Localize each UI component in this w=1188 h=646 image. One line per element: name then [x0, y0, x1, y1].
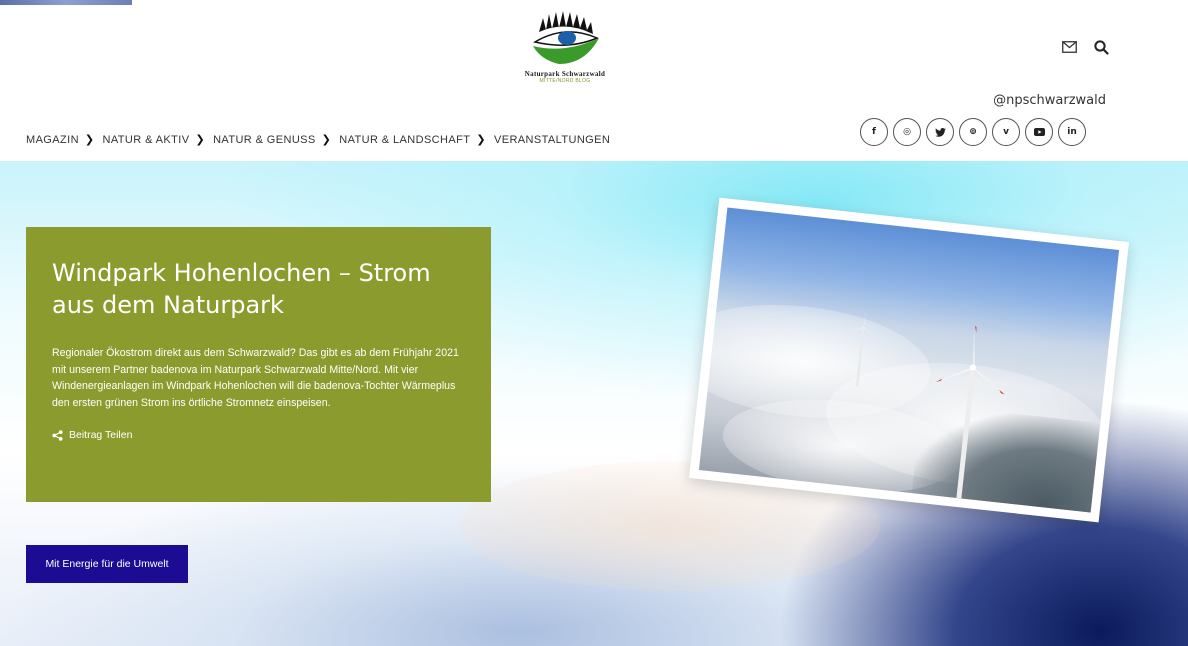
nav-item-natur-landschaft[interactable]: NATUR & LANDSCHAFT	[339, 134, 470, 146]
facebook-icon[interactable]: f	[860, 118, 888, 146]
article-title[interactable]: Windpark Hohenlochen – Strom aus dem Nat…	[52, 257, 452, 321]
nav-item-natur-aktiv[interactable]: NATUR & AKTIV	[103, 134, 190, 146]
main-nav: MAGAZIN ❯ NATUR & AKTIV ❯ NATUR & GENUSS…	[26, 133, 610, 147]
page: Naturpark Schwarzwald MITTE/NORD BLOG @n…	[0, 0, 1188, 646]
linkedin-icon[interactable]: in	[1058, 118, 1086, 146]
nav-item-magazin[interactable]: MAGAZIN	[26, 134, 79, 146]
article-teaser: Windpark Hohenlochen – Strom aus dem Nat…	[26, 227, 491, 502]
energy-cta-button[interactable]: Mit Energie für die Umwelt	[26, 545, 188, 583]
nav-item-natur-genuss[interactable]: NATUR & GENUSS	[213, 134, 316, 146]
social-handle[interactable]: @npschwarzwald	[993, 93, 1106, 108]
instagram-icon[interactable]: ◎	[893, 118, 921, 146]
article-excerpt: Regionaler Ökostrom direkt aus dem Schwa…	[52, 347, 459, 409]
chevron-right-icon: ❯	[321, 134, 332, 146]
pinterest-icon[interactable]: ⊚	[959, 118, 987, 146]
header-tools	[1060, 38, 1110, 56]
logo-title: Naturpark Schwarzwald	[524, 70, 606, 78]
share-icon	[52, 429, 63, 441]
twitter-icon[interactable]	[926, 118, 954, 146]
corner-thumbnail	[0, 0, 132, 5]
search-icon[interactable]	[1092, 38, 1110, 56]
windpark-image	[698, 207, 1120, 513]
windpark-photo[interactable]	[688, 197, 1130, 523]
site-logo[interactable]: Naturpark Schwarzwald MITTE/NORD BLOG	[500, 8, 630, 96]
mail-icon[interactable]	[1060, 38, 1078, 56]
hero-section: Windpark Hohenlochen – Strom aus dem Nat…	[0, 161, 1188, 646]
logo-subtitle: MITTE/NORD BLOG	[539, 78, 591, 84]
social-links: f ◎ ⊚ v in	[860, 118, 1086, 146]
chevron-right-icon: ❯	[195, 134, 206, 146]
logo-eye-icon	[533, 11, 599, 64]
wind-turbine-icon	[848, 309, 1005, 499]
chevron-right-icon: ❯	[84, 134, 95, 146]
chevron-right-icon: ❯	[476, 134, 486, 146]
vimeo-icon[interactable]: v	[992, 118, 1020, 146]
share-label: Beitrag Teilen	[69, 429, 133, 441]
nav-item-veranstaltungen[interactable]: VERANSTALTUNGEN	[494, 134, 610, 146]
youtube-icon[interactable]	[1025, 118, 1053, 146]
share-button[interactable]: Beitrag Teilen	[52, 429, 465, 441]
